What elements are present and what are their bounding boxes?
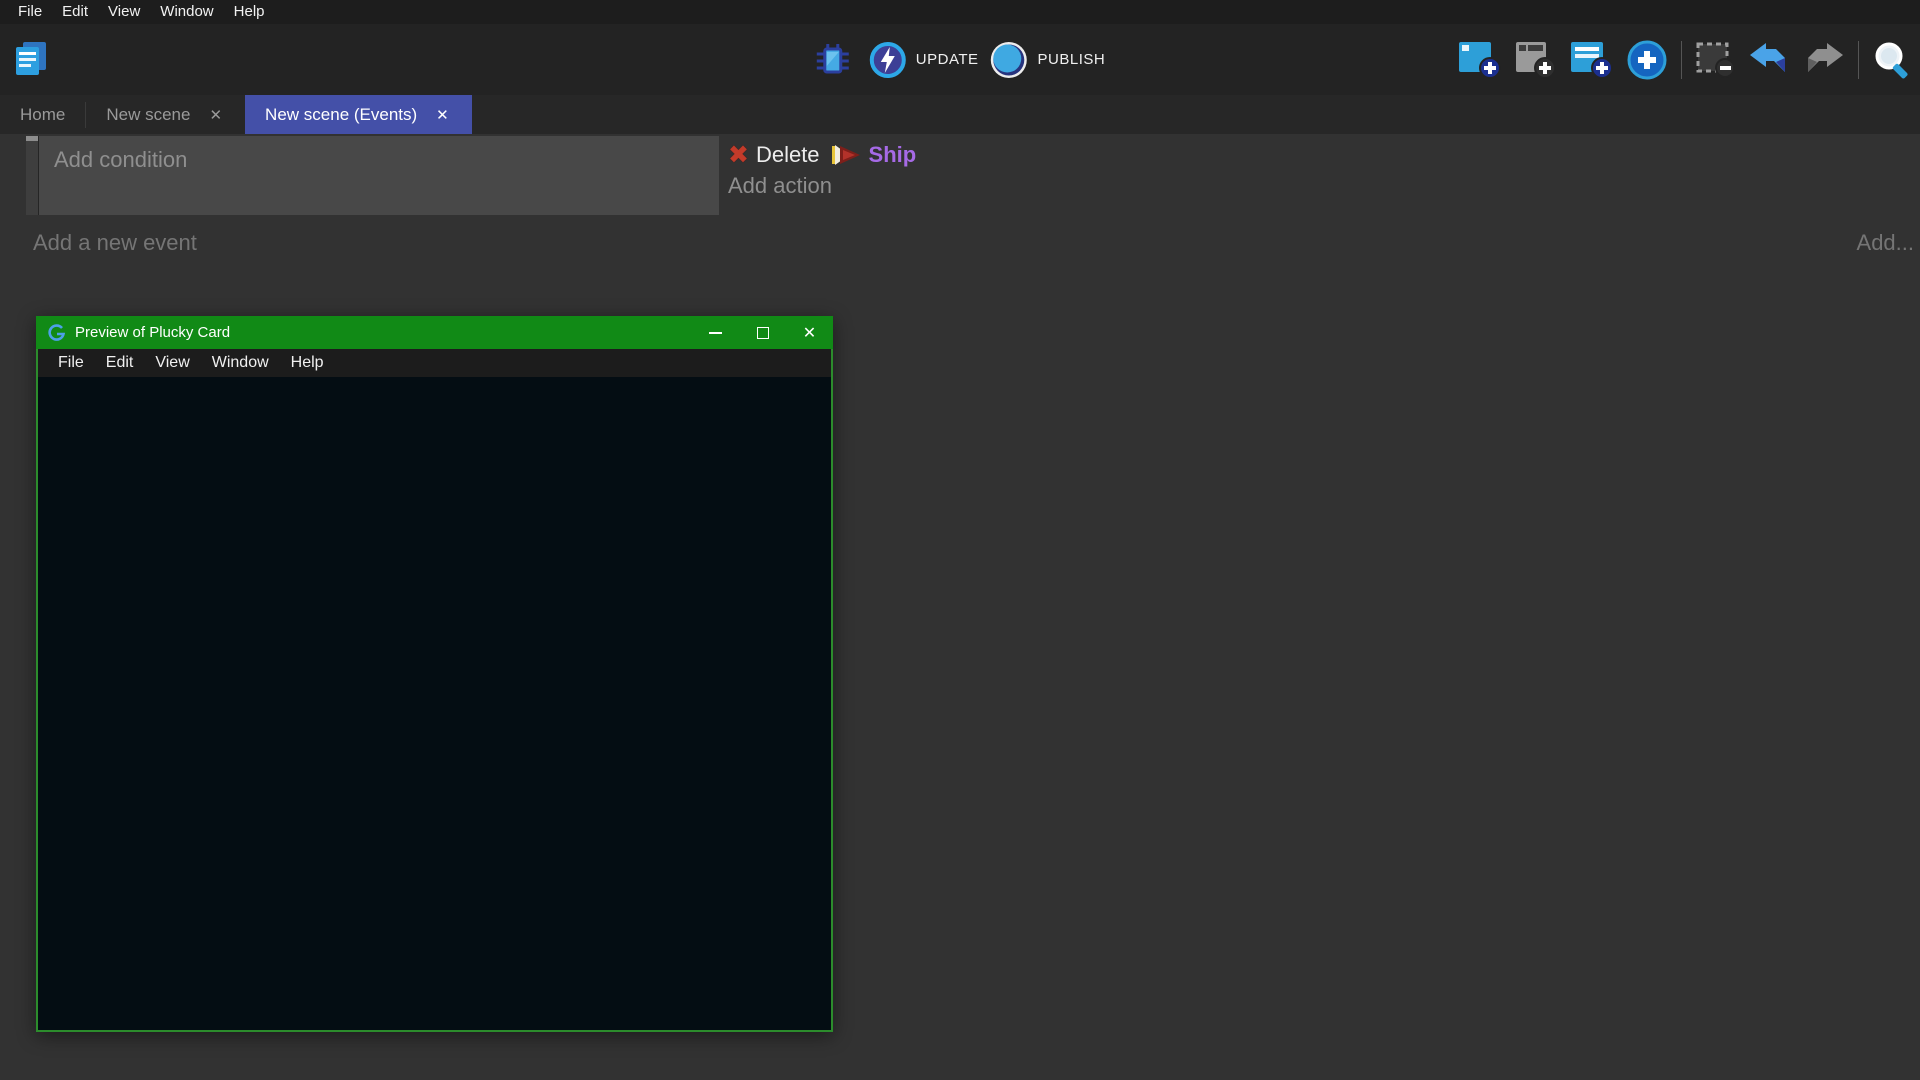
update-button[interactable]: UPDATE bbox=[869, 41, 979, 79]
add-action-row: Add action bbox=[728, 173, 1920, 199]
action-object-label: Ship bbox=[869, 142, 917, 168]
preview-window-controls: ✕ bbox=[692, 316, 833, 349]
preview-window: Preview of Plucky Card ✕ File Edit View … bbox=[36, 316, 833, 1032]
toolbar-separator bbox=[1681, 41, 1682, 79]
delete-selection-icon[interactable] bbox=[1695, 41, 1735, 79]
menu-view[interactable]: View bbox=[98, 0, 150, 24]
preview-menu-view[interactable]: View bbox=[144, 354, 200, 372]
add-comment-icon[interactable] bbox=[1569, 40, 1613, 80]
preview-titlebar[interactable]: Preview of Plucky Card ✕ bbox=[36, 316, 833, 349]
menu-window[interactable]: Window bbox=[150, 0, 223, 24]
preview-window-title: Preview of Plucky Card bbox=[75, 324, 230, 341]
event-actions-column: ✖ Delete Ship Add action bbox=[719, 136, 1920, 215]
ship-object-thumbnail-icon bbox=[832, 143, 862, 167]
add-condition-placeholder[interactable]: Add condition bbox=[54, 147, 187, 172]
preview-menubar: File Edit View Window Help bbox=[36, 349, 833, 377]
tab-home[interactable]: Home bbox=[0, 95, 85, 134]
action-instruction[interactable]: ✖ Delete Ship bbox=[728, 140, 1920, 170]
update-label: UPDATE bbox=[916, 51, 979, 68]
editor-tabbar: Home New scene ✕ New scene (Events) ✕ bbox=[0, 95, 1920, 134]
choose-and-add-event-icon[interactable] bbox=[1626, 39, 1668, 81]
preview-menu-file[interactable]: File bbox=[47, 354, 95, 372]
add-sub-event-icon[interactable] bbox=[1514, 40, 1556, 80]
preview-menu-help[interactable]: Help bbox=[280, 354, 335, 372]
tab-close-icon[interactable]: ✕ bbox=[206, 105, 225, 125]
redo-icon[interactable] bbox=[1803, 42, 1845, 78]
preview-menu-window[interactable]: Window bbox=[201, 354, 280, 372]
publish-button[interactable]: PUBLISH bbox=[989, 40, 1106, 80]
debugger-icon[interactable] bbox=[815, 42, 851, 78]
publish-label: PUBLISH bbox=[1038, 51, 1106, 68]
action-verb-label: Delete bbox=[756, 142, 820, 168]
preview-game-canvas[interactable] bbox=[36, 377, 833, 1032]
delete-cross-icon: ✖ bbox=[728, 143, 749, 168]
tab-new-scene-label: New scene bbox=[106, 105, 190, 125]
project-manager-icon[interactable] bbox=[10, 40, 50, 78]
add-new-event-link[interactable]: Add a new event bbox=[33, 230, 197, 256]
tab-new-scene[interactable]: New scene ✕ bbox=[86, 95, 245, 134]
event-conditions-column: Add condition bbox=[39, 136, 719, 215]
add-new-event-row: Add a new event Add... bbox=[33, 230, 1914, 256]
search-icon[interactable] bbox=[1872, 40, 1912, 80]
add-more-button[interactable]: Add... bbox=[1857, 230, 1914, 256]
preview-menu-edit[interactable]: Edit bbox=[95, 354, 145, 372]
add-event-icon[interactable] bbox=[1457, 40, 1501, 80]
main-toolbar: UPDATE PUBLISH bbox=[0, 24, 1920, 95]
undo-icon[interactable] bbox=[1748, 42, 1790, 78]
close-button[interactable]: ✕ bbox=[786, 316, 833, 349]
toolbar-separator bbox=[1858, 41, 1859, 79]
update-lightning-icon bbox=[869, 41, 907, 79]
tab-new-scene-events[interactable]: New scene (Events) ✕ bbox=[245, 95, 472, 134]
minimize-icon bbox=[709, 332, 722, 334]
menu-file[interactable]: File bbox=[8, 0, 52, 24]
add-action-placeholder[interactable]: Add action bbox=[728, 173, 832, 198]
minimize-button[interactable] bbox=[692, 316, 739, 349]
menu-help[interactable]: Help bbox=[224, 0, 275, 24]
tab-close-icon[interactable]: ✕ bbox=[433, 105, 452, 125]
publish-globe-icon bbox=[989, 40, 1029, 80]
tab-new-scene-events-label: New scene (Events) bbox=[265, 105, 417, 125]
menu-edit[interactable]: Edit bbox=[52, 0, 98, 24]
tab-home-label: Home bbox=[20, 105, 65, 125]
app-menubar: File Edit View Window Help bbox=[0, 0, 1920, 24]
gdevelop-logo-icon bbox=[48, 324, 66, 342]
maximize-button[interactable] bbox=[739, 316, 786, 349]
event-drag-handle[interactable] bbox=[26, 136, 39, 215]
events-sheet: Add condition ✖ Delete Ship Add action bbox=[0, 134, 1920, 1080]
maximize-icon bbox=[757, 327, 769, 339]
event-row: Add condition ✖ Delete Ship Add action bbox=[26, 136, 1920, 215]
